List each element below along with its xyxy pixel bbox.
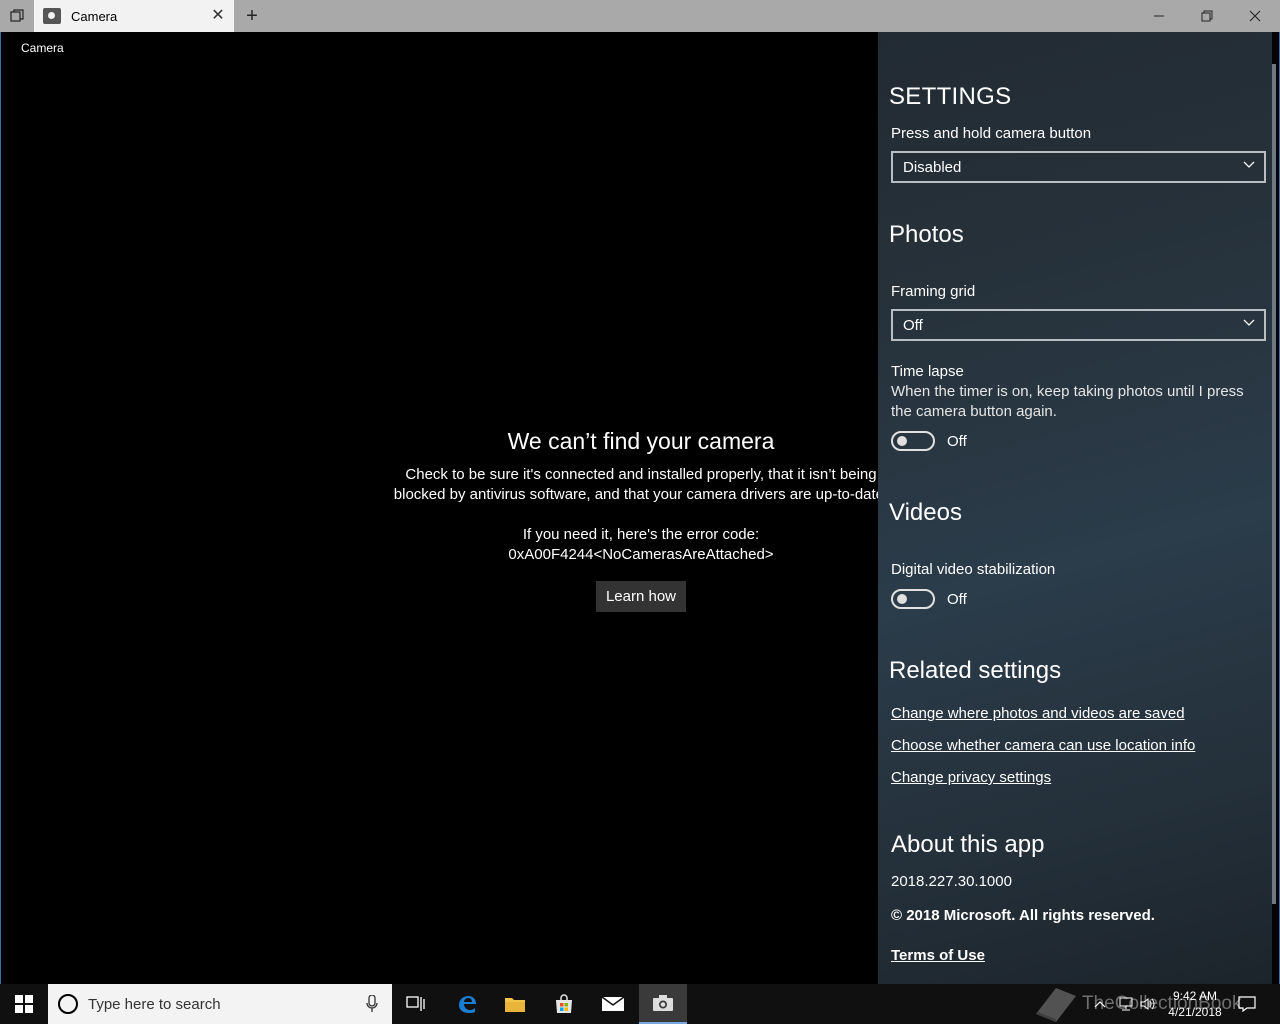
taskbar-clock[interactable]: 9:42 AM 4/21/2018 [1160, 988, 1230, 1020]
learn-how-button[interactable]: Learn how [595, 581, 687, 612]
framing-grid-label: Framing grid [891, 283, 976, 300]
error-description-line1: Check to be sure it's connected and inst… [405, 466, 877, 483]
network-icon[interactable] [1118, 984, 1134, 1024]
clock-time: 9:42 AM [1172, 989, 1218, 1003]
link-privacy-settings[interactable]: Change privacy settings [891, 769, 1051, 786]
error-code-label: If you need it, here's the error code: [522, 526, 760, 543]
microphone-icon[interactable] [366, 995, 378, 1013]
store-icon[interactable] [540, 984, 588, 1024]
link-location-info[interactable]: Choose whether camera can use location i… [891, 737, 1195, 754]
search-placeholder: Type here to search [88, 995, 221, 1013]
camera-button-dropdown[interactable]: Disabled [891, 151, 1266, 183]
edge-browser-icon[interactable] [443, 984, 491, 1024]
settings-panel: SETTINGS Press and hold camera button Di… [878, 32, 1272, 984]
time-lapse-state: Off [947, 433, 967, 450]
app-title: Camera [21, 41, 64, 55]
app-version: 2018.227.30.1000 [891, 873, 1012, 890]
minimize-button[interactable] [1136, 0, 1182, 32]
time-lapse-description: When the timer is on, keep taking photos… [891, 383, 1244, 420]
camera-button-label: Press and hold camera button [891, 125, 1092, 142]
copyright-text: © 2018 Microsoft. All rights reserved. [891, 907, 1155, 924]
taskbar: Type here to search TheCollectionBook 9:… [0, 984, 1280, 1024]
framing-grid-value: Off [903, 316, 923, 334]
about-header: About this app [891, 831, 1045, 858]
title-bar: Camera ✕ + [0, 0, 1280, 32]
settings-header: SETTINGS [889, 83, 1012, 110]
stabilization-toggle[interactable] [891, 589, 935, 609]
camera-error-message: We can’t find your camera Check to be su… [391, 428, 891, 612]
settings-scrollbar[interactable] [1272, 64, 1276, 904]
error-description-line2: blocked by antivirus software, and that … [393, 486, 889, 503]
close-tab-icon[interactable]: ✕ [210, 8, 226, 24]
close-window-button[interactable] [1232, 0, 1278, 32]
restore-button[interactable] [1184, 0, 1230, 32]
mail-icon[interactable] [589, 984, 637, 1024]
volume-icon[interactable] [1140, 984, 1156, 1024]
time-lapse-label: Time lapse [891, 363, 964, 380]
task-view-icon[interactable] [392, 984, 440, 1024]
error-heading: We can’t find your camera [507, 428, 775, 454]
camera-button-value: Disabled [903, 158, 962, 176]
new-tab-button[interactable]: + [240, 4, 264, 28]
toggle-knob [897, 436, 907, 446]
chevron-down-icon [1243, 319, 1255, 326]
book-icon [1036, 988, 1076, 1022]
terms-of-use-link[interactable]: Terms of Use [891, 947, 985, 964]
photos-section-header: Photos [889, 221, 964, 248]
tab-switcher-icon[interactable] [0, 0, 34, 32]
related-settings-header: Related settings [889, 657, 1062, 684]
show-hidden-icons[interactable] [1094, 984, 1106, 1024]
camera-taskbar-icon[interactable] [639, 984, 687, 1024]
cortana-icon [58, 994, 78, 1014]
taskbar-search-box[interactable]: Type here to search [48, 984, 392, 1024]
videos-section-header: Videos [889, 499, 962, 526]
tab-title: Camera [71, 8, 118, 24]
camera-app-icon [43, 8, 61, 24]
toggle-knob [897, 594, 907, 604]
framing-grid-dropdown[interactable]: Off [891, 309, 1266, 341]
tab-camera[interactable]: Camera ✕ [34, 0, 234, 32]
start-button[interactable] [0, 984, 48, 1024]
file-explorer-icon[interactable] [491, 984, 539, 1024]
chevron-down-icon [1243, 161, 1255, 168]
clock-date: 4/21/2018 [1168, 1005, 1222, 1019]
link-save-location[interactable]: Change where photos and videos are saved [891, 705, 1185, 722]
stabilization-state: Off [947, 591, 967, 608]
action-center-icon[interactable] [1238, 984, 1256, 1024]
error-code: 0xA00F4244<NoCamerasAreAttached> [508, 546, 774, 563]
stabilization-label: Digital video stabilization [891, 561, 1056, 578]
time-lapse-toggle[interactable] [891, 431, 935, 451]
windows-logo-icon [15, 995, 33, 1013]
